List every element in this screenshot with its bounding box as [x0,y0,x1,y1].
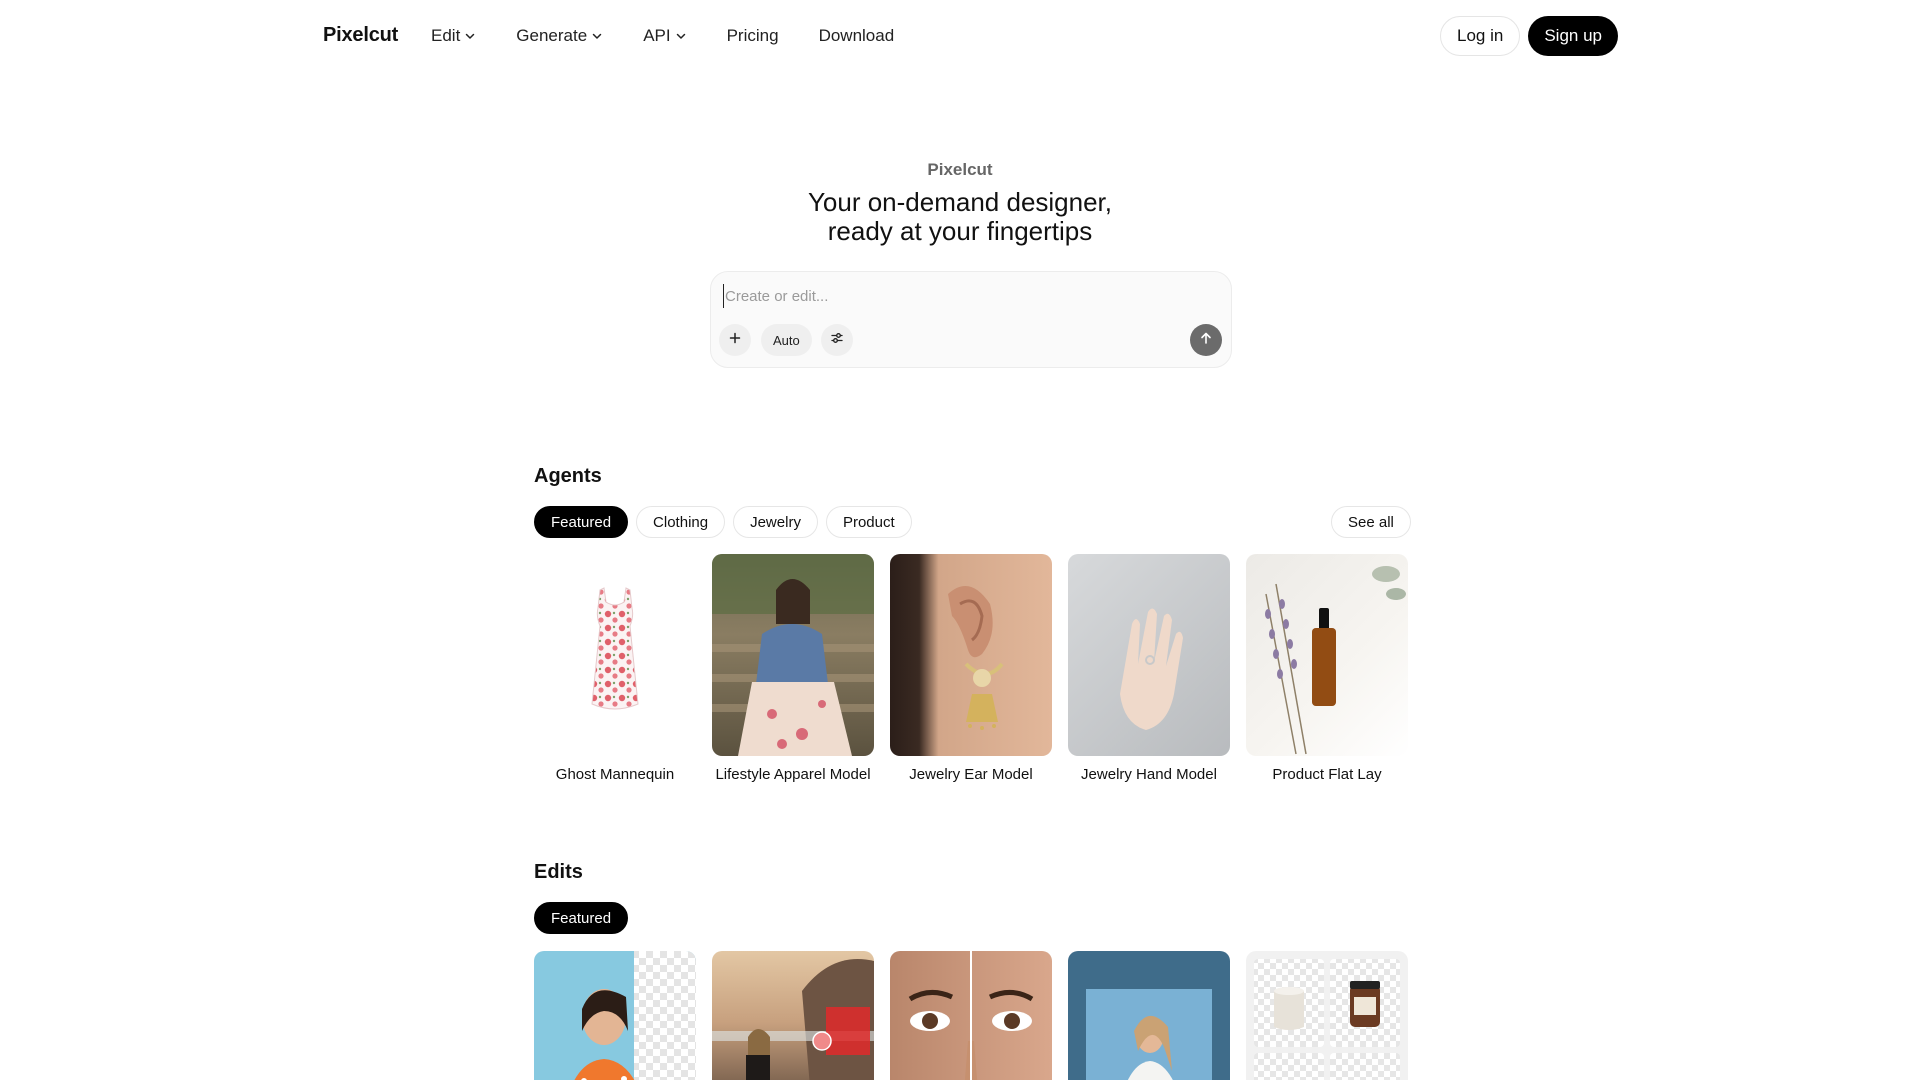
top-navigation: Pixelcut Edit Generate API Pricing Downl… [0,0,1920,72]
edit-card[interactable] [534,951,696,1080]
agent-card-label: Jewelry Ear Model [909,766,1033,783]
mode-auto-button[interactable]: Auto [761,324,812,356]
nav-item-download-label: Download [818,26,895,45]
edits-cards [534,951,1408,1080]
see-all-button[interactable]: See all [1331,506,1411,538]
hero-title-line-1: Your on-demand designer, [807,187,1113,217]
edits-filter-chips: Featured [534,902,629,934]
edit-background-change-image [1068,951,1230,1080]
arrow-up-icon [1199,331,1213,350]
agent-card-ghost-mannequin[interactable]: Ghost Mannequin [534,554,696,783]
auth-buttons: Log in Sign up [1440,16,1618,56]
agent-card-label: Product Flat Lay [1272,766,1382,783]
prompt-box: Auto [710,271,1232,368]
chip-product[interactable]: Product [825,506,912,538]
hero-title: Your on-demand designer, ready at your f… [0,188,1920,246]
jewelry-hand-model-image [1068,554,1230,756]
plus-icon [728,331,742,350]
jewelry-ear-model-image [890,554,1052,756]
edit-card[interactable] [1068,951,1230,1080]
nav-item-download[interactable]: Download [819,24,895,48]
edit-object-removal-image [712,951,874,1080]
edit-product-grid-image [1246,951,1408,1080]
chevron-down-icon [675,30,687,42]
chip-featured[interactable]: Featured [534,506,629,538]
nav-item-api[interactable]: API [643,24,686,48]
agents-section-title: Agents [534,465,602,487]
chevron-down-icon [464,30,476,42]
agent-card-label: Jewelry Hand Model [1081,766,1217,783]
nav-item-edit[interactable]: Edit [431,24,476,48]
main-nav: Edit Generate API Pricing Download [431,24,934,48]
chip-featured[interactable]: Featured [534,902,629,934]
signup-button[interactable]: Sign up [1528,16,1618,56]
product-flat-lay-image [1246,554,1408,756]
prompt-input[interactable] [723,284,1203,308]
nav-item-pricing[interactable]: Pricing [727,24,779,48]
login-button[interactable]: Log in [1440,16,1521,56]
agent-card-label: Lifestyle Apparel Model [715,766,871,783]
hero-eyebrow: Pixelcut [927,160,993,179]
agent-card-jewelry-hand-model[interactable]: Jewelry Hand Model [1068,554,1230,783]
edit-card[interactable] [1246,951,1408,1080]
agent-card-product-flat-lay[interactable]: Product Flat Lay [1246,554,1408,783]
send-button[interactable] [1190,324,1222,356]
edit-retouch-comparison-image [890,951,1052,1080]
edit-card[interactable] [890,951,1052,1080]
logo[interactable]: Pixelcut [323,24,398,47]
chip-clothing[interactable]: Clothing [636,506,726,538]
agent-card-jewelry-ear-model[interactable]: Jewelry Ear Model [890,554,1052,783]
nav-item-api-label: API [643,26,671,45]
sliders-icon [830,331,844,350]
edits-section-title: Edits [534,861,583,883]
nav-item-edit-label: Edit [431,26,461,45]
add-attachment-button[interactable] [719,324,751,356]
nav-item-pricing-label: Pricing [726,26,779,45]
edit-card[interactable] [712,951,874,1080]
agents-cards: Ghost Mannequin Lifestyle Apparel Model [534,554,1408,783]
nav-item-generate[interactable]: Generate [516,24,603,48]
agents-filter-chips: Featured Clothing Jewelry Product [534,506,912,538]
edit-background-removal-image [534,951,696,1080]
ghost-mannequin-image [534,554,696,756]
lifestyle-apparel-model-image [712,554,874,756]
chevron-down-icon [591,30,603,42]
agent-card-lifestyle-apparel-model[interactable]: Lifestyle Apparel Model [712,554,874,783]
settings-button[interactable] [821,324,853,356]
chip-jewelry[interactable]: Jewelry [733,506,818,538]
hero-title-line-2: ready at your fingertips [827,216,1093,246]
nav-item-generate-label: Generate [516,26,588,45]
agent-card-label: Ghost Mannequin [555,766,675,783]
